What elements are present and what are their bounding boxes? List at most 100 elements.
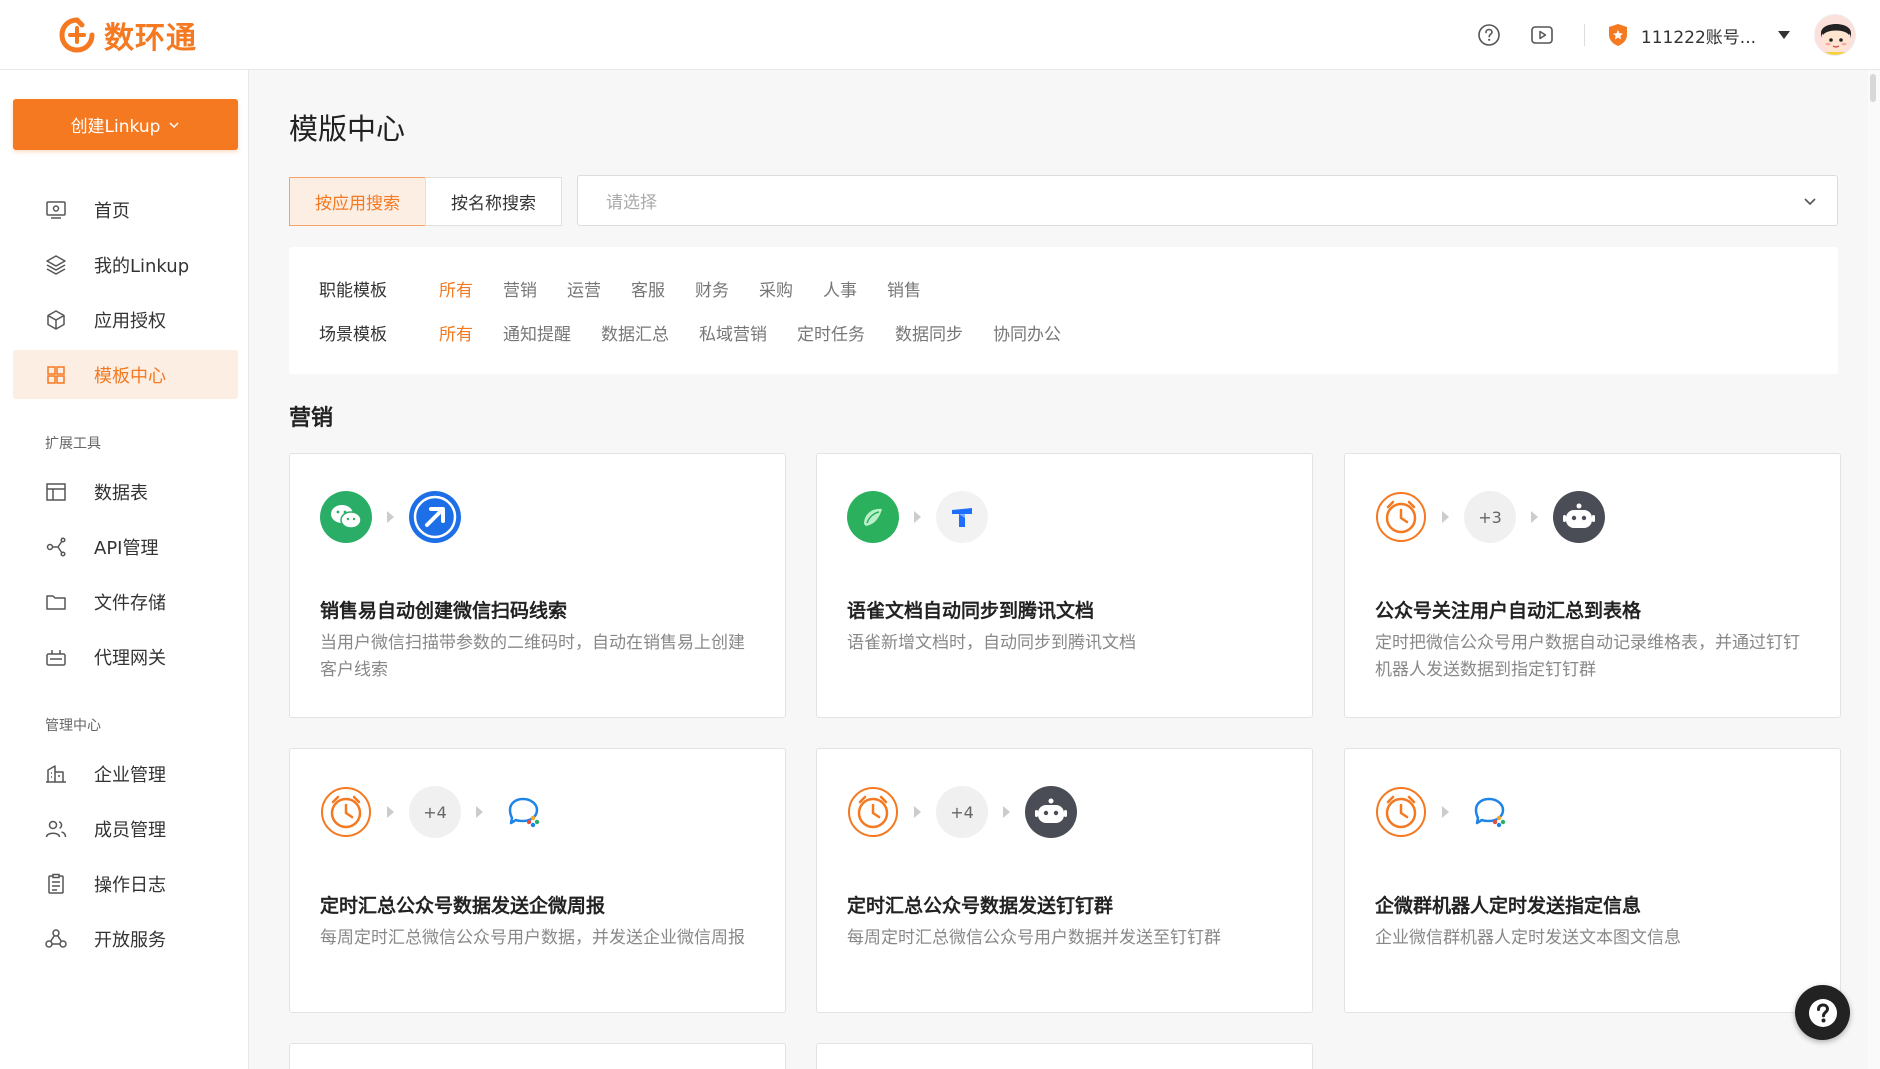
card-description: 定时把微信公众号用户数据自动记录维格表，并通过钉钉机器人发送数据到指定钉钉群 bbox=[1375, 633, 1800, 680]
sidebar-item-enterprise[interactable]: 企业管理 bbox=[13, 749, 238, 798]
caret-down-icon bbox=[1778, 31, 1790, 39]
tab-search-by-name[interactable]: 按名称搜索 bbox=[425, 177, 562, 226]
filter-option[interactable]: 所有 bbox=[439, 320, 473, 345]
sidebar-item-label: 文件存储 bbox=[94, 592, 166, 614]
flow-arrow-icon bbox=[1003, 806, 1010, 818]
create-linkup-button[interactable]: 创建Linkup bbox=[13, 99, 238, 150]
sidebar-item-proxy-gateway[interactable]: 代理网关 bbox=[13, 632, 238, 681]
filter-option[interactable]: 私域营销 bbox=[699, 320, 767, 345]
card-app-icons bbox=[1375, 786, 1516, 838]
card-title: 定时汇总公众号数据发送钉钉群 bbox=[847, 895, 1114, 917]
alarm-clock-icon bbox=[1375, 786, 1427, 838]
avatar[interactable] bbox=[1814, 14, 1856, 56]
xiaoshouyi-arrow-icon bbox=[409, 491, 461, 543]
flow-arrow-icon bbox=[387, 511, 394, 523]
robot-icon bbox=[1553, 491, 1605, 543]
sidebar-item-my-linkup[interactable]: 我的Linkup bbox=[13, 240, 238, 289]
app-select[interactable]: 请选择 bbox=[577, 175, 1838, 226]
template-card[interactable] bbox=[816, 1043, 1313, 1069]
template-card[interactable]: +3 公众号关注用户自动汇总到表格 定时把微信公众号用户数据自动记录维格表，并通… bbox=[1344, 453, 1841, 718]
filter-option[interactable]: 人事 bbox=[823, 276, 857, 301]
help-question-icon bbox=[1808, 998, 1837, 1027]
sidebar-item-label: 应用授权 bbox=[94, 310, 166, 332]
filter-option[interactable]: 数据同步 bbox=[895, 320, 963, 345]
filter-option[interactable]: 所有 bbox=[439, 276, 473, 301]
flow-arrow-icon bbox=[1442, 511, 1449, 523]
sidebar-item-open-service[interactable]: 开放服务 bbox=[13, 914, 238, 963]
template-card[interactable]: +4 定时汇总公众号数据发送企微周报 每周定时汇总微信公众号用户数据，并发送企业… bbox=[289, 748, 786, 1013]
sidebar-item-operation-log[interactable]: 操作日志 bbox=[13, 859, 238, 908]
card-app-icons: +4 bbox=[847, 786, 1077, 838]
card-app-icons: +4 bbox=[320, 786, 550, 838]
top-bar: 数环通 111222账号... bbox=[0, 0, 1880, 70]
robot-icon bbox=[1025, 786, 1077, 838]
card-title: 定时汇总公众号数据发送企微周报 bbox=[320, 895, 606, 917]
card-title: 销售易自动创建微信扫码线索 bbox=[320, 600, 568, 622]
filter-option[interactable]: 数据汇总 bbox=[601, 320, 669, 345]
page-scrollbar[interactable] bbox=[1868, 70, 1880, 1069]
card-description: 每周定时汇总微信公众号用户数据并发送至钉钉群 bbox=[847, 928, 1221, 948]
sidebar-section-admin: 管理中心 bbox=[45, 718, 101, 734]
sidebar-item-label: 模板中心 bbox=[94, 365, 166, 387]
template-card[interactable]: 企微群机器人定时发送指定信息 企业微信群机器人定时发送文本图文信息 bbox=[1344, 748, 1841, 1013]
filter-option[interactable]: 营销 bbox=[503, 276, 537, 301]
filter-option[interactable]: 协同办公 bbox=[993, 320, 1061, 345]
scrollbar-thumb[interactable] bbox=[1870, 74, 1876, 102]
brand-logo[interactable]: 数环通 bbox=[58, 13, 197, 57]
video-play-icon[interactable] bbox=[1529, 22, 1555, 48]
scene-filter-label: 场景模板 bbox=[319, 324, 387, 345]
page-title: 模版中心 bbox=[289, 112, 406, 146]
alarm-clock-icon bbox=[1375, 491, 1427, 543]
cube-icon bbox=[47, 309, 65, 330]
account-name: 111222账号... bbox=[1640, 27, 1756, 48]
filter-option[interactable]: 采购 bbox=[759, 276, 793, 301]
tencent-docs-icon bbox=[936, 491, 988, 543]
sidebar-item-label: 首页 bbox=[94, 200, 130, 222]
sidebar-item-home[interactable]: 首页 bbox=[13, 185, 238, 234]
sidebar-item-label: 操作日志 bbox=[94, 874, 166, 896]
filter-option[interactable]: 销售 bbox=[887, 276, 921, 301]
chevron-down-icon bbox=[169, 121, 179, 128]
tab-search-by-app[interactable]: 按应用搜索 bbox=[289, 177, 426, 226]
template-card[interactable] bbox=[289, 1043, 786, 1069]
card-title: 公众号关注用户自动汇总到表格 bbox=[1375, 600, 1642, 622]
main-content: 模版中心 按应用搜索 按名称搜索 请选择 职能模板 所有 营销 运营 客服 财务… bbox=[249, 70, 1860, 1069]
flow-arrow-icon bbox=[914, 511, 921, 523]
app-select-placeholder: 请选择 bbox=[606, 193, 657, 213]
sidebar-item-template-center[interactable]: 模板中心 bbox=[13, 350, 238, 399]
sidebar-item-app-auth[interactable]: 应用授权 bbox=[13, 295, 238, 344]
help-fab-button[interactable] bbox=[1795, 985, 1850, 1040]
card-description: 每周定时汇总微信公众号用户数据，并发送企业微信周报 bbox=[320, 928, 745, 948]
template-card[interactable]: +4 定时汇总公众号数据发送钉钉群 每周定时汇总微信公众号用户数据并发送至钉钉群 bbox=[816, 748, 1313, 1013]
table-icon bbox=[46, 482, 66, 501]
flow-arrow-icon bbox=[1442, 806, 1449, 818]
question-circle-icon[interactable] bbox=[1476, 22, 1502, 48]
section-title: 营销 bbox=[289, 406, 334, 431]
filter-option[interactable]: 通知提醒 bbox=[503, 320, 571, 345]
card-app-icons: +3 bbox=[1375, 491, 1605, 543]
sidebar-item-api[interactable]: API管理 bbox=[13, 522, 238, 571]
card-description: 当用户微信扫描带参数的二维码时，自动在销售易上创建客户线索 bbox=[320, 633, 745, 680]
building-icon bbox=[46, 764, 66, 783]
sidebar-item-members[interactable]: 成员管理 bbox=[13, 804, 238, 853]
filter-option[interactable]: 定时任务 bbox=[797, 320, 865, 345]
filter-option[interactable]: 客服 bbox=[631, 276, 665, 301]
sidebar-item-label: 代理网关 bbox=[94, 647, 166, 669]
sidebar-item-label: 开放服务 bbox=[94, 929, 166, 951]
account-switcher[interactable]: 111222账号... bbox=[1607, 23, 1790, 48]
shield-star-icon bbox=[1608, 24, 1627, 46]
wecom-chat-icon bbox=[1464, 786, 1516, 838]
top-divider bbox=[1583, 24, 1585, 46]
card-app-icons bbox=[847, 491, 988, 543]
sidebar-item-data-table[interactable]: 数据表 bbox=[13, 467, 238, 516]
sidebar-item-file-storage[interactable]: 文件存储 bbox=[13, 577, 238, 626]
filter-option[interactable]: 财务 bbox=[695, 276, 729, 301]
card-app-icons bbox=[320, 491, 461, 543]
wechat-icon bbox=[320, 491, 372, 543]
template-card[interactable]: 语雀文档自动同步到腾讯文档 语雀新增文档时，自动同步到腾讯文档 bbox=[816, 453, 1313, 718]
grid-icon bbox=[47, 365, 65, 384]
alarm-clock-icon bbox=[847, 786, 899, 838]
api-icon bbox=[46, 536, 66, 557]
filter-option[interactable]: 运营 bbox=[567, 276, 601, 301]
template-card[interactable]: 销售易自动创建微信扫码线索 当用户微信扫描带参数的二维码时，自动在销售易上创建客… bbox=[289, 453, 786, 718]
